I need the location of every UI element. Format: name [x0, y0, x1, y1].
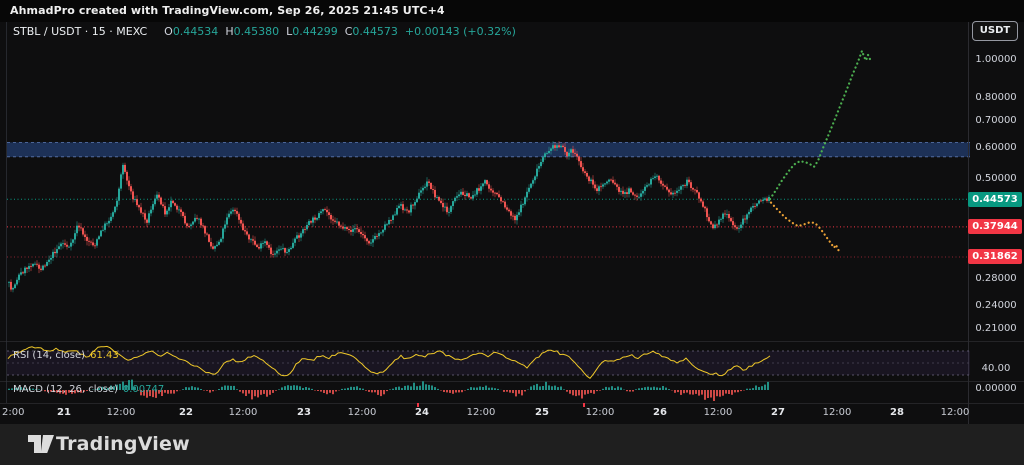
macd-label-text: MACD (12, 26, close)	[13, 384, 118, 395]
price-axis-label: 0.80000	[970, 91, 1022, 105]
time-axis-label: 12:00	[229, 407, 258, 418]
time-axis-label: 12:00	[467, 407, 496, 418]
time-axis-label: 12:00	[348, 407, 377, 418]
tradingview-chart-window: AhmadPro created with TradingView.com, S…	[0, 0, 1024, 465]
macd-indicator-label[interactable]: MACD (12, 26, close) 0.00747	[13, 384, 164, 395]
tradingview-brand-text[interactable]: TradingView	[56, 424, 190, 465]
time-axis-label: 12:00	[704, 407, 733, 418]
price-axis-label: 1.00000	[970, 53, 1022, 67]
time-axis-label: 12:00	[941, 407, 970, 418]
time-axis-label: 12:00	[586, 407, 615, 418]
open-label: O	[164, 25, 173, 38]
price-axis-label: 0.28000	[970, 272, 1022, 286]
bullish-projection-line[interactable]	[770, 51, 870, 199]
footer-bar: TradingView	[0, 424, 1024, 465]
current-price-badge[interactable]: 0.44573	[968, 192, 1022, 207]
open-value: 0.44534	[173, 25, 219, 38]
time-axis-date-label: 27	[771, 407, 785, 418]
time-axis-date-label: 28	[890, 407, 904, 418]
watermark-text: AhmadPro created with TradingView.com, S…	[10, 4, 445, 17]
watermark-bar: AhmadPro created with TradingView.com, S…	[0, 0, 1024, 22]
time-axis-label: 12:00	[823, 407, 852, 418]
time-axis-date-label: 23	[297, 407, 311, 418]
tradingview-logo-icon[interactable]	[27, 434, 55, 456]
price-axis-label: 0.70000	[970, 114, 1022, 128]
level2-price-badge[interactable]: 0.31862	[968, 249, 1022, 264]
supply-zone[interactable]	[7, 142, 970, 157]
price-axis-label: 0.21000	[970, 322, 1022, 336]
symbol-title: STBL / USDT · 15 · MEXC	[13, 25, 147, 38]
change-value: +0.00143 (+0.32%)	[405, 25, 516, 38]
time-axis-label: 2:00	[2, 407, 24, 418]
time-axis-date-label: 24	[415, 407, 429, 418]
rsi-scale-label: 40.00	[970, 362, 1022, 376]
time-axis-date-label: 26	[653, 407, 667, 418]
rsi-value: 61.43	[90, 350, 119, 361]
price-axis-label: 0.24000	[970, 299, 1022, 313]
time-axis-date-label: 25	[535, 407, 549, 418]
close-value: 0.44573	[352, 25, 398, 38]
macd-value: 0.00747	[123, 384, 164, 395]
chart-canvas[interactable]	[0, 0, 1024, 465]
price-axis-label: 0.60000	[970, 141, 1022, 155]
rsi-indicator-label[interactable]: RSI (14, close) 61.43	[13, 350, 119, 361]
time-axis[interactable]: 2:00 21 12:00 22 12:00 23 12:00 24 12:00 25 12:00 2…	[0, 403, 1024, 424]
symbol-legend[interactable]: STBL / USDT · 15 · MEXCO0.44534H0.45380L…	[13, 25, 516, 38]
rsi-label-text: RSI (14, close)	[13, 350, 85, 361]
level1-price-badge[interactable]: 0.37944	[968, 219, 1022, 234]
time-axis-date-label: 22	[179, 407, 193, 418]
macd-scale-label: 0.00000	[970, 382, 1022, 396]
high-label: H	[225, 25, 233, 38]
price-axis[interactable]: 1.00000 0.80000 0.70000 0.60000 0.50000 0.280…	[968, 22, 1024, 424]
price-axis-label: 0.50000	[970, 172, 1022, 186]
low-value: 0.44299	[292, 25, 338, 38]
time-axis-label: 12:00	[107, 407, 136, 418]
currency-toggle-button[interactable]: USDT	[972, 21, 1018, 41]
high-value: 0.45380	[234, 25, 280, 38]
time-axis-date-label: 21	[57, 407, 71, 418]
